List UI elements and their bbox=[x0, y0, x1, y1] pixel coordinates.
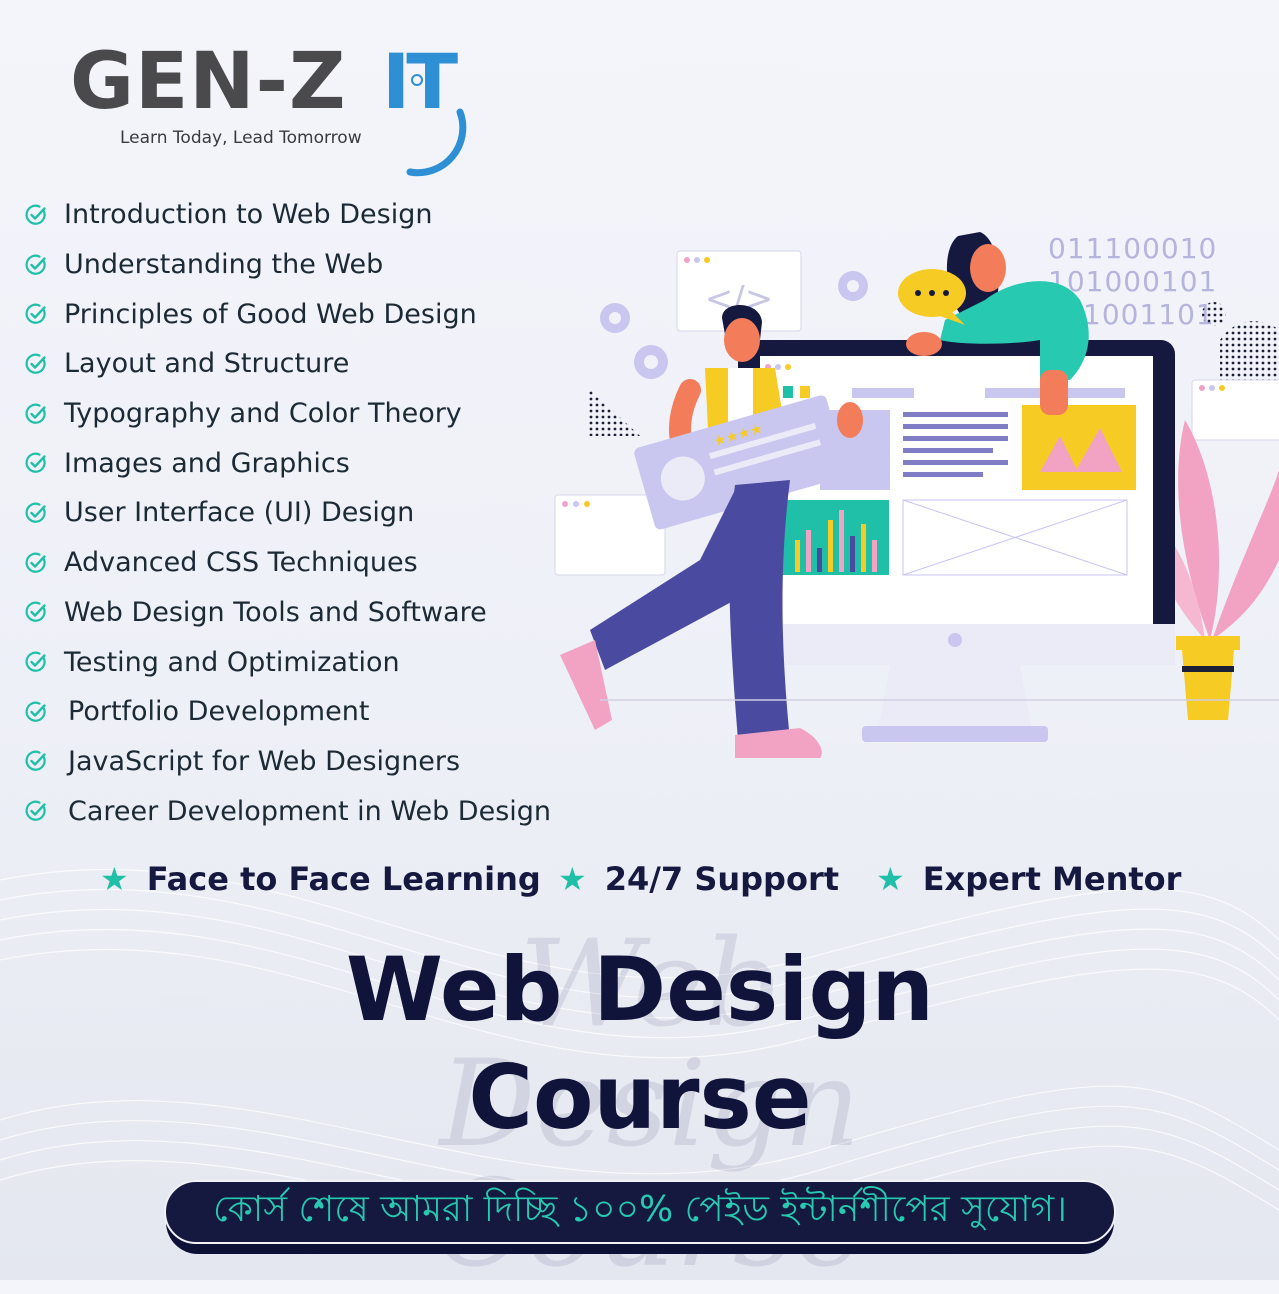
topic-label: Web Design Tools and Software bbox=[64, 596, 487, 628]
feature-highlights: ★ Face to Face Learning ★ 24/7 Support ★… bbox=[100, 855, 1200, 905]
topic-item: Advanced CSS Techniques bbox=[24, 538, 551, 588]
image-card-icon bbox=[1022, 405, 1136, 490]
topic-item: JavaScript for Web Designers bbox=[24, 737, 551, 787]
topic-label: Typography and Color Theory bbox=[64, 398, 462, 430]
topic-item: Web Design Tools and Software bbox=[24, 588, 551, 638]
topic-label: Portfolio Development bbox=[68, 696, 370, 728]
chat-bubble-icon bbox=[898, 269, 966, 325]
topic-label: Images and Graphics bbox=[64, 447, 350, 479]
check-circle-icon bbox=[25, 800, 46, 821]
star-icon: ★ bbox=[876, 860, 905, 898]
brand-tagline: Learn Today, Lead Tomorrow bbox=[120, 128, 362, 148]
topic-label: Career Development in Web Design bbox=[68, 795, 552, 827]
topic-item: Images and Graphics bbox=[24, 438, 551, 488]
page-title-line-2: Course bbox=[468, 1046, 812, 1149]
topic-item: User Interface (UI) Design bbox=[24, 488, 551, 538]
feature-label: Expert Mentor bbox=[922, 860, 1182, 898]
check-circle-icon bbox=[25, 751, 46, 772]
topic-label: Testing and Optimization bbox=[64, 646, 400, 678]
internship-banner: কোর্স শেষে আমরা দিচ্ছি ১০০% পেইড ইন্টার্… bbox=[164, 1180, 1116, 1244]
topic-item: Understanding the Web bbox=[24, 240, 551, 290]
brand-name: GEN-Z bbox=[70, 37, 347, 127]
star-icon: ★ bbox=[100, 860, 129, 898]
check-circle-icon bbox=[25, 552, 46, 573]
feature-item: ★ Face to Face Learning bbox=[100, 855, 541, 903]
check-circle-icon bbox=[25, 601, 46, 623]
check-circle-icon bbox=[25, 303, 46, 325]
check-circle-icon bbox=[25, 452, 46, 474]
topic-label: Advanced CSS Techniques bbox=[64, 547, 418, 579]
star-icon: ★ bbox=[558, 860, 587, 898]
check-circle-icon bbox=[25, 502, 46, 523]
check-circle-icon bbox=[25, 204, 46, 225]
web-design-illustration: </> ★★★★ bbox=[554, 232, 1279, 758]
check-circle-icon bbox=[25, 353, 46, 374]
brand-suffix: IT bbox=[382, 37, 458, 126]
topic-item: Principles of Good Web Design bbox=[24, 289, 551, 339]
check-circle-icon bbox=[25, 254, 46, 275]
topic-item: Career Development in Web Design bbox=[24, 786, 551, 836]
feature-item: ★ Expert Mentor bbox=[876, 855, 1181, 903]
topic-item: Introduction to Web Design bbox=[24, 190, 551, 240]
topic-item: Portfolio Development bbox=[24, 687, 551, 737]
page-title-line-1: Web Design bbox=[345, 938, 935, 1041]
feature-item: ★ 24/7 Support bbox=[558, 855, 839, 903]
banner-text: কোর্স শেষে আমরা দিচ্ছি ১০০% পেইড ইন্টার্… bbox=[213, 1189, 1067, 1230]
topic-label: JavaScript for Web Designers bbox=[68, 745, 461, 777]
check-circle-icon bbox=[25, 651, 46, 672]
check-circle-icon bbox=[25, 403, 46, 424]
topic-label: Layout and Structure bbox=[64, 348, 350, 380]
topic-label: User Interface (UI) Design bbox=[64, 497, 415, 529]
check-circle-icon bbox=[25, 701, 46, 722]
topic-label: Principles of Good Web Design bbox=[64, 298, 477, 330]
topic-item: Layout and Structure bbox=[24, 339, 551, 389]
topic-item: Typography and Color Theory bbox=[24, 389, 551, 439]
feature-label: 24/7 Support bbox=[604, 860, 840, 898]
feature-label: Face to Face Learning bbox=[146, 860, 541, 898]
topic-label: Introduction to Web Design bbox=[64, 199, 433, 231]
topic-item: Testing and Optimization bbox=[24, 637, 551, 687]
topic-label: Understanding the Web bbox=[64, 249, 384, 281]
brand-logo: GEN-Z IT Learn Today, Lead Tomorrow bbox=[70, 37, 470, 177]
course-topic-list: Introduction to Web Design Understanding … bbox=[24, 190, 551, 836]
